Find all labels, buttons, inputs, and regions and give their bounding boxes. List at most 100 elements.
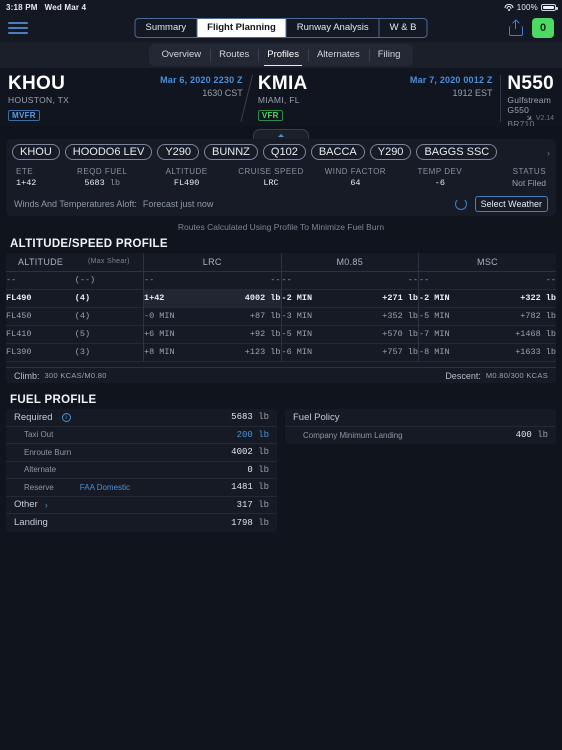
stat-label: ALTITUDE — [165, 167, 208, 176]
route-chip[interactable]: Q102 — [262, 144, 306, 160]
collapse-handle[interactable] — [0, 129, 562, 139]
fuel-breakdown-column: Required i 5683 lb Taxi Out 200 lb Enrou… — [6, 409, 277, 532]
subnav-filing[interactable]: Filing — [368, 45, 410, 65]
climb-label: Climb: — [14, 370, 40, 381]
route-chip[interactable]: Y290 — [157, 144, 200, 160]
fuel-profile-section: FUEL PROFILE Required i 5683 lb Taxi Out… — [0, 392, 562, 532]
fuel-row-landing[interactable]: Landing 1798 lb — [6, 514, 277, 532]
subnav-overview[interactable]: Overview — [153, 45, 211, 65]
hamburger-icon[interactable] — [8, 21, 28, 35]
cell-lrc-time: -- — [143, 271, 213, 289]
cell-m085-fuel: -- — [407, 275, 418, 285]
fuel-row-label: Reserve — [24, 482, 54, 492]
tab-runway-analysis[interactable]: Runway Analysis — [287, 19, 380, 37]
header-altitude: ALTITUDE — [18, 256, 64, 267]
table-row[interactable]: -- (--) -- -- -- -- -- -- — [6, 271, 556, 289]
count-badge[interactable]: 0 — [532, 18, 554, 38]
tab-wb[interactable]: W & B — [380, 19, 427, 37]
route-chips: KHOU HOODO6 LEV Y290 BUNNZ Q102 BACCA Y2… — [12, 144, 550, 160]
fuel-profile-title: FUEL PROFILE — [10, 394, 97, 406]
route-chip[interactable]: KHOU — [12, 144, 60, 160]
cell-shear: (5) — [74, 329, 91, 339]
cell-lrc-time: +6 MIN — [143, 325, 213, 343]
route-panel: KHOU HOODO6 LEV Y290 BUNNZ Q102 BACCA Y2… — [0, 126, 562, 216]
cell-msc-time: -- — [418, 271, 488, 289]
header-lrc[interactable]: LRC — [143, 253, 281, 271]
route-chip[interactable]: BACCA — [310, 144, 365, 160]
subnav-alternates[interactable]: Alternates — [307, 45, 369, 65]
fuel-policy-header-row: Fuel Policy — [285, 409, 556, 427]
cell-lrc-fuel: -- — [270, 275, 281, 285]
destination-zulu-time: Mar 7, 2020 0012 Z — [409, 75, 493, 85]
share-icon[interactable] — [509, 20, 523, 36]
origin-airport[interactable]: KHOU HOUSTON, TX MVFR — [8, 73, 151, 126]
stat-label: REQD FUEL — [77, 167, 128, 176]
status-date: Wed Mar 4 — [44, 2, 87, 12]
origin-code: KHOU — [8, 73, 66, 94]
fuel-row-other[interactable]: Other › 317 lb — [6, 497, 277, 514]
route-chip[interactable]: BAGGS SSC — [416, 144, 498, 160]
fuel-row-alternate[interactable]: Alternate 0 lb — [6, 462, 277, 479]
fuel-row-amount: 1481 lb — [231, 482, 269, 493]
route-card: KHOU HOODO6 LEV Y290 BUNNZ Q102 BACCA Y2… — [6, 139, 556, 216]
destination-flight-rules-badge: VFR — [257, 110, 283, 121]
stat-value: -6 — [434, 178, 445, 188]
fuel-row-required[interactable]: Required i 5683 lb — [6, 409, 277, 427]
destination-code: KMIA — [257, 73, 308, 94]
version-label: V2.14 — [535, 115, 554, 122]
fuel-row-taxi-out[interactable]: Taxi Out 200 lb — [6, 427, 277, 444]
flight-planning-app: 3:18 PM Wed Mar 4 100% Summary Flight Pl… — [0, 0, 562, 750]
chevron-right-icon[interactable]: › — [45, 500, 48, 510]
stat-label: STATUS — [512, 167, 547, 176]
fuel-row-label: Required — [14, 411, 53, 423]
fuel-row-enroute-burn[interactable]: Enroute Burn 4002 lb — [6, 444, 277, 462]
refresh-icon[interactable] — [454, 198, 467, 210]
table-row[interactable]: FL490 (4) 1+42 4002 lb -2 MIN +271 lb -2… — [6, 289, 556, 307]
altitude-profile-title: ALTITUDE/SPEED PROFILE — [10, 238, 168, 250]
stat-label: WIND FACTOR — [324, 167, 387, 176]
fuel-row-amount: 200 lb — [236, 429, 269, 440]
cell-m085-time: -6 MIN — [280, 343, 350, 361]
tab-summary[interactable]: Summary — [136, 19, 198, 37]
table-row[interactable]: FL410 (5) +6 MIN +92 lb -5 MIN +570 lb -… — [6, 325, 556, 343]
tab-flight-planning[interactable]: Flight Planning — [197, 19, 287, 37]
cell-m085-fuel: +271 lb — [382, 293, 418, 303]
fuel-policy-amount: 400 lb — [515, 430, 548, 441]
cell-shear: (4) — [74, 311, 91, 321]
subnav-routes[interactable]: Routes — [210, 45, 258, 65]
table-row[interactable]: FL390 (3) +8 MIN +123 lb -6 MIN +757 lb … — [6, 343, 556, 361]
route-chip[interactable]: BUNNZ — [204, 144, 258, 160]
fuel-policy-row[interactable]: Company Minimum Landing 400 lb — [285, 427, 556, 445]
stat-label: CRUISE SPEED — [238, 167, 304, 176]
stat-label: ETE — [16, 167, 34, 176]
table-row[interactable]: FL450 (4) -0 MIN +87 lb -3 MIN +352 lb -… — [6, 307, 556, 325]
ios-status-bar: 3:18 PM Wed Mar 4 100% — [0, 0, 562, 14]
stat-value: LRC — [263, 178, 279, 188]
cell-msc-fuel: +782 lb — [520, 311, 556, 321]
destination-airport[interactable]: KMIA MIAMI, FL VFR — [257, 73, 401, 126]
cell-m085-fuel: +757 lb — [382, 347, 418, 357]
cell-msc-time: -8 MIN — [418, 343, 488, 361]
subnav-profiles[interactable]: Profiles — [258, 45, 308, 66]
origin-local-time: 1630 CST — [202, 88, 243, 98]
cell-m085-fuel: +352 lb — [382, 311, 418, 321]
stat-value: Not Filed — [512, 178, 547, 188]
cell-msc-fuel: +1633 lb — [515, 347, 556, 357]
cell-lrc-fuel: 4002 lb — [212, 289, 281, 307]
select-weather-button[interactable]: Select Weather — [474, 196, 548, 212]
header-m085[interactable]: M0.85 — [280, 253, 419, 271]
cell-m085-time: -- — [280, 271, 350, 289]
route-chip[interactable]: HOODO6 LEV — [64, 144, 153, 160]
origin-zulu-time: Mar 6, 2020 2230 Z — [160, 75, 243, 85]
chevron-right-icon[interactable]: › — [547, 148, 550, 158]
stat-temp-dev: TEMP DEV -6 — [398, 167, 482, 188]
cell-msc-fuel: +322 lb — [520, 293, 556, 303]
info-icon[interactable]: i — [61, 412, 71, 422]
route-chip[interactable]: Y290 — [369, 144, 412, 160]
descent-value: M0.80/300 KCAS — [485, 371, 548, 380]
header-msc[interactable]: MSC — [418, 253, 556, 271]
reserve-policy-link[interactable]: FAA Domestic — [80, 483, 130, 492]
fuel-policy-column: Fuel Policy Company Minimum Landing 400 … — [285, 409, 556, 532]
fuel-row-reserve[interactable]: Reserve FAA Domestic 1481 lb — [6, 479, 277, 497]
stat-value: 5683 lb — [84, 178, 121, 188]
